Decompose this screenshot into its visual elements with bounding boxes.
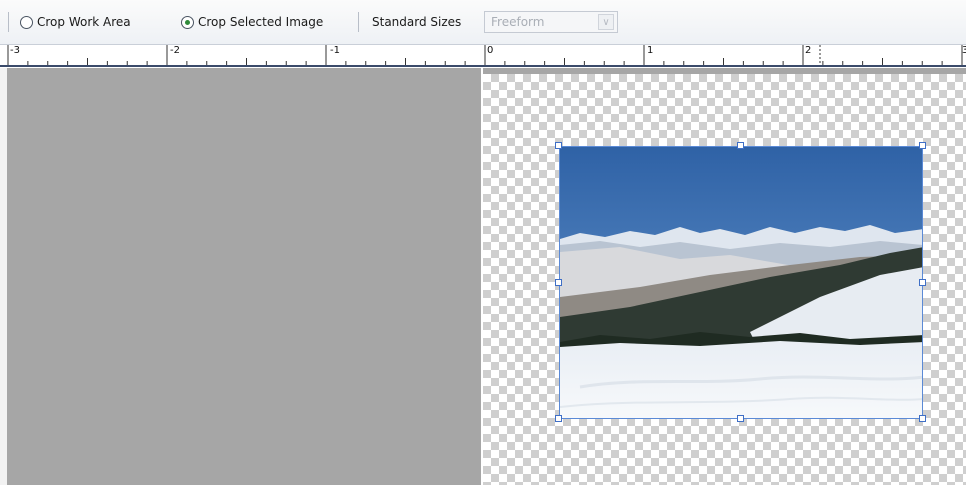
crop-work-area-label: Crop Work Area — [37, 15, 131, 29]
ruler-ticks — [7, 45, 963, 65]
resize-handle-top-left[interactable] — [555, 142, 562, 149]
standard-sizes-dropdown[interactable]: Freeform ∨ — [484, 11, 618, 33]
ruler-label: -3 — [10, 45, 20, 56]
resize-handle-bottom[interactable] — [737, 415, 744, 422]
resize-handle-left[interactable] — [555, 279, 562, 286]
standard-sizes-value: Freeform — [491, 15, 545, 29]
horizontal-ruler: -3 -2 -1 0 1 2 3 — [0, 45, 966, 67]
selected-image[interactable] — [559, 146, 923, 419]
resize-handle-bottom-left[interactable] — [555, 415, 562, 422]
ruler-label: 3 — [962, 45, 966, 56]
crop-toolbar: Crop Work Area Crop Selected Image Stand… — [0, 0, 966, 45]
ruler-label: 1 — [647, 45, 654, 56]
ruler-label: -2 — [170, 45, 180, 56]
ruler-label: 2 — [805, 45, 812, 56]
radio-icon[interactable] — [20, 15, 33, 29]
crop-work-area-option[interactable]: Crop Work Area — [20, 13, 131, 31]
mountain-landscape-image — [560, 147, 922, 418]
work-area[interactable] — [7, 68, 481, 485]
toolbar-separator — [358, 12, 359, 32]
resize-handle-right[interactable] — [919, 279, 926, 286]
radio-icon[interactable] — [181, 15, 194, 29]
standard-sizes-label: Standard Sizes — [372, 15, 462, 29]
chevron-down-icon[interactable]: ∨ — [598, 14, 614, 30]
toolbar-separator — [8, 12, 9, 32]
ruler-label: 0 — [487, 45, 494, 56]
crop-selected-image-label: Crop Selected Image — [198, 15, 324, 29]
resize-handle-top-right[interactable] — [919, 142, 926, 149]
ruler-label: -1 — [330, 45, 340, 56]
resize-handle-bottom-right[interactable] — [919, 415, 926, 422]
workspace-edge — [0, 68, 7, 485]
resize-handle-top[interactable] — [737, 142, 744, 149]
crop-selected-image-option[interactable]: Crop Selected Image — [181, 13, 323, 31]
